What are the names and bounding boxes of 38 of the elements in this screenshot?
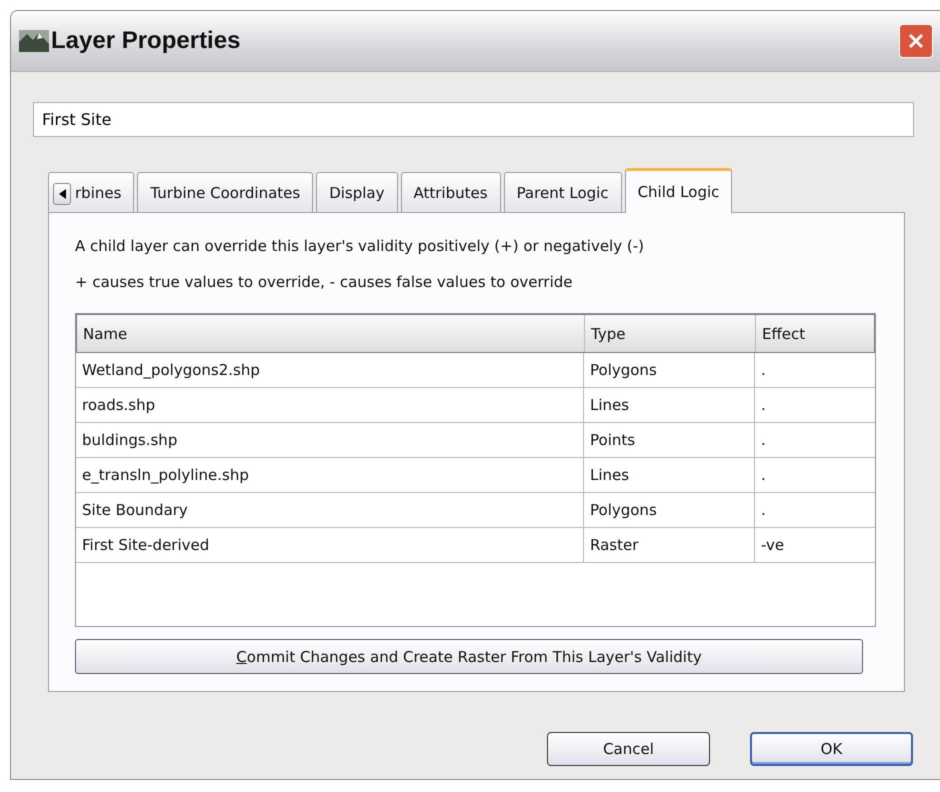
ok-button[interactable]: OK bbox=[750, 732, 913, 766]
table-cell: buldings.shp bbox=[76, 423, 584, 457]
tab[interactable]: Parent Logic bbox=[504, 172, 622, 212]
column-header[interactable]: Type bbox=[585, 315, 756, 352]
close-icon bbox=[908, 33, 924, 49]
table-cell: e_transln_polyline.shp bbox=[76, 458, 584, 492]
column-header[interactable]: Name bbox=[77, 315, 585, 352]
table-cell-text: -ve bbox=[760, 535, 786, 556]
table-cell-text: . bbox=[760, 465, 767, 486]
table-cell-text: . bbox=[760, 430, 767, 451]
cancel-button[interactable]: Cancel bbox=[547, 732, 710, 766]
table-cell-text: . bbox=[760, 500, 767, 521]
tab[interactable]: Child Logic bbox=[624, 168, 732, 213]
table-cell: Lines bbox=[584, 458, 755, 492]
description-text: + causes true values to override, - causes false values to override bbox=[75, 272, 574, 293]
table-cell-text: . bbox=[760, 360, 767, 381]
mountain-icon bbox=[19, 30, 49, 52]
table-cell: Polygons bbox=[584, 353, 755, 387]
tab-scroll-button[interactable] bbox=[53, 183, 71, 205]
close-button[interactable] bbox=[899, 24, 933, 58]
column-header[interactable]: Effect bbox=[756, 315, 874, 352]
table-cell: Lines bbox=[584, 388, 755, 422]
tab[interactable]: Turbine Coordinates bbox=[137, 172, 314, 212]
table-cell: Site Boundary bbox=[76, 493, 584, 527]
commit-button[interactable]: Commit Changes and Create Raster From This Layer's Validity bbox=[75, 639, 863, 674]
window-title: Layer Properties bbox=[51, 27, 242, 55]
table-cell: Points bbox=[584, 423, 755, 457]
table-cell-text: . bbox=[760, 395, 767, 416]
table-cell: Raster bbox=[584, 528, 755, 562]
table-cell: Polygons bbox=[584, 493, 755, 527]
tab[interactable]: Attributes bbox=[400, 172, 501, 212]
table-cell: Wetland_polygons2.shp bbox=[76, 353, 584, 387]
table-cell: roads.shp bbox=[76, 388, 584, 422]
left-arrow-icon bbox=[58, 189, 66, 199]
description-text: A child layer can override this layer's validity positively (+) or negatively (-) bbox=[75, 236, 645, 257]
name-field[interactable]: First Site bbox=[33, 102, 914, 137]
tab[interactable]: Display bbox=[316, 172, 398, 212]
table-cell: First Site-derived bbox=[76, 528, 584, 562]
